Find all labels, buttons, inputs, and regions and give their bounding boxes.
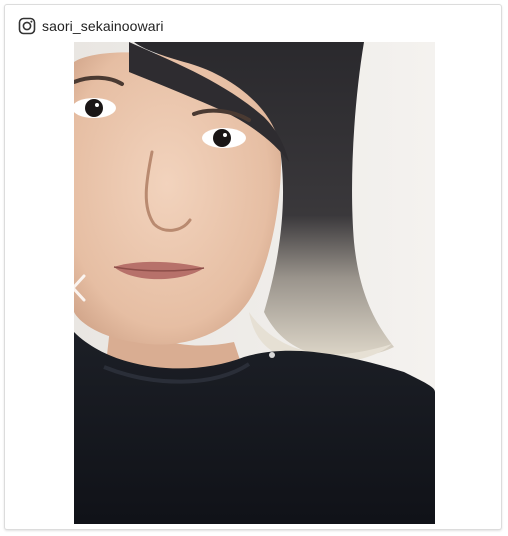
post-photo[interactable]: [74, 42, 435, 524]
instagram-embed-card: saori_sekainoowari: [4, 4, 502, 530]
post-header[interactable]: saori_sekainoowari: [18, 16, 164, 36]
instagram-icon[interactable]: [18, 17, 36, 35]
chevron-left-icon[interactable]: [74, 274, 86, 302]
account-username[interactable]: saori_sekainoowari: [42, 18, 164, 34]
